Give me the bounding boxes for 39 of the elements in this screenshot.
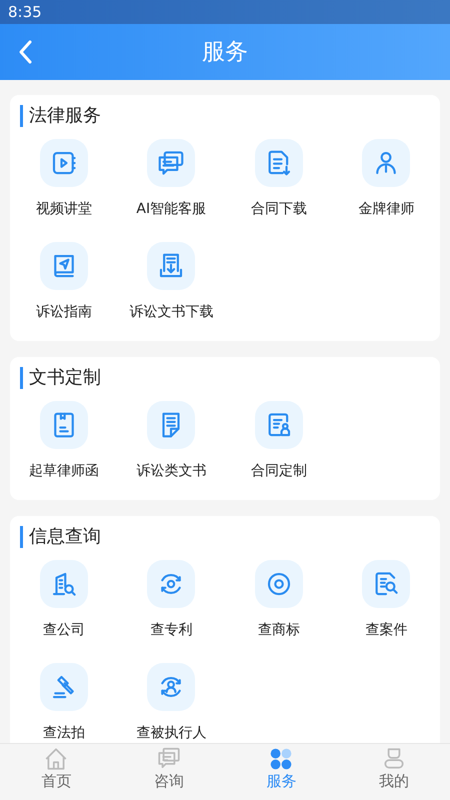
service-button[interactable] <box>40 242 88 290</box>
service-button[interactable] <box>147 139 196 187</box>
service-label[interactable]: 查商标 <box>258 621 300 639</box>
section-title: 文书定制 <box>20 367 440 389</box>
four-leaf-icon <box>268 746 294 772</box>
tab[interactable]: 咨询 <box>112 744 225 800</box>
service-label[interactable]: 查案件 <box>365 621 408 639</box>
service-label[interactable]: 诉讼文书下载 <box>129 303 214 321</box>
status-time: 8:35 <box>8 3 42 21</box>
tab[interactable]: 首页 <box>0 744 112 800</box>
service-label[interactable]: 查公司 <box>42 621 85 639</box>
page-title: 服务 <box>202 39 248 65</box>
service-label[interactable]: 视频讲堂 <box>36 200 92 218</box>
service-button[interactable] <box>147 560 196 608</box>
tab[interactable]: 我的 <box>338 744 450 800</box>
service-label[interactable]: 查专利 <box>150 621 192 639</box>
service-button[interactable] <box>147 242 196 290</box>
service-label[interactable]: 查法拍 <box>42 724 85 742</box>
service-label[interactable]: 合同定制 <box>250 462 307 480</box>
service-label[interactable]: 诉讼类文书 <box>136 462 206 480</box>
service-button[interactable] <box>254 139 303 187</box>
service-button[interactable] <box>40 560 88 608</box>
service-label[interactable]: 诉讼指南 <box>36 303 92 321</box>
service-button[interactable] <box>362 560 410 608</box>
service-button[interactable] <box>40 663 88 711</box>
service-button[interactable] <box>147 663 196 711</box>
service-label[interactable]: 查被执行人 <box>136 724 206 742</box>
service-button[interactable] <box>254 401 303 449</box>
section-title: 法律服务 <box>20 105 440 127</box>
service-button[interactable] <box>147 401 196 449</box>
service-button[interactable] <box>362 139 410 187</box>
service-label[interactable]: 合同下载 <box>250 200 307 218</box>
service-label[interactable]: 起草律师函 <box>28 462 99 480</box>
service-button[interactable] <box>254 560 303 608</box>
section-title: 信息查询 <box>20 526 440 548</box>
service-label[interactable]: 金牌律师 <box>358 200 414 218</box>
service-label[interactable]: AI智能客服 <box>136 200 206 218</box>
service-button[interactable] <box>40 401 88 449</box>
service-button[interactable] <box>40 139 88 187</box>
